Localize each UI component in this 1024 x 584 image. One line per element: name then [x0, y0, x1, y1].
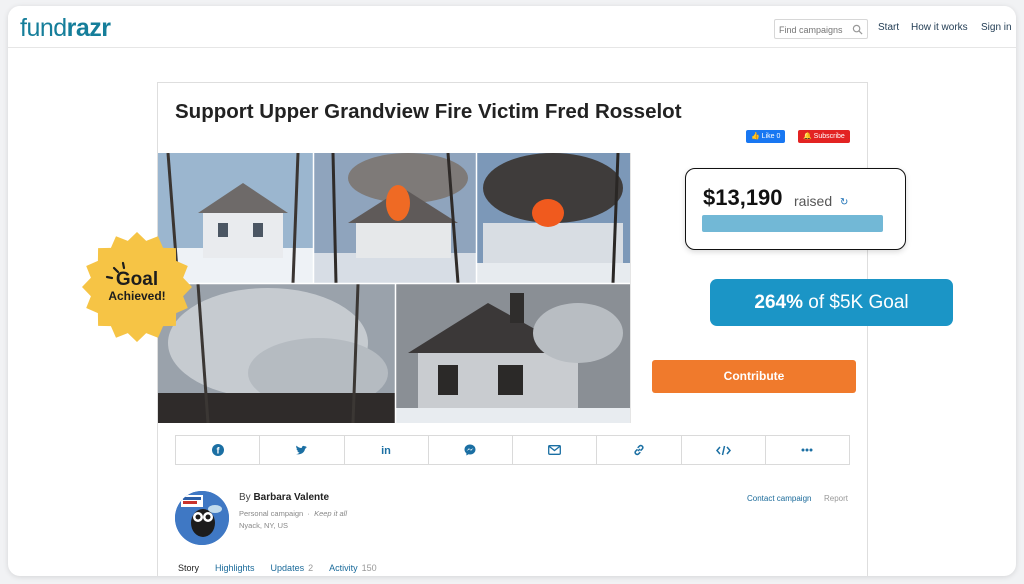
raised-progress-bar [702, 215, 883, 232]
fire-photo-collage [158, 153, 630, 423]
email-icon [548, 445, 562, 455]
campaign-location: Nyack, NY, US [239, 521, 289, 530]
badge-line1: Goal [115, 269, 159, 290]
contact-campaign-link[interactable]: Contact campaign [747, 494, 811, 503]
more-icon [801, 448, 813, 452]
tab-activity-label: Activity [329, 563, 358, 573]
contribute-button[interactable]: Contribute [652, 360, 856, 393]
goal-percent: 264% [754, 292, 803, 313]
campaign-card: Support Upper Grandview Fire Victim Fred… [157, 82, 868, 576]
campaign-photo-collage[interactable] [158, 153, 630, 423]
share-messenger-button[interactable] [429, 436, 513, 464]
top-nav-bar: fundrazr Start How it works Sign in [8, 6, 1016, 48]
tab-story[interactable]: Story [178, 563, 199, 573]
keep-it-all-label: Keep it all [314, 509, 347, 518]
tab-story-label: Story [178, 563, 200, 573]
linkedin-icon: in [381, 445, 391, 456]
fundrazr-logo[interactable]: fundrazr [20, 14, 111, 43]
share-linkedin-button[interactable]: in [345, 436, 429, 464]
search-input[interactable] [779, 23, 851, 36]
avatar-image [175, 491, 229, 545]
share-facebook-button[interactable]: f [176, 436, 261, 464]
share-bar: f in [175, 435, 850, 465]
goal-text: of $5K Goal [808, 292, 909, 313]
organizer-byline: By Barbara Valente [239, 492, 329, 503]
facebook-like-button[interactable]: 👍 Like 0 [746, 130, 786, 143]
tab-highlights[interactable]: Highlights [215, 563, 255, 573]
nav-start-link[interactable]: Start [878, 22, 899, 33]
raised-amount: $13,190 [703, 185, 783, 210]
tab-updates-label: Updates [270, 563, 305, 573]
search-icon[interactable] [852, 24, 863, 35]
share-email-button[interactable] [513, 436, 598, 464]
share-link-button[interactable] [597, 436, 682, 464]
raised-label: raised [794, 193, 833, 209]
facebook-icon: f [211, 444, 224, 456]
share-twitter-button[interactable] [260, 436, 345, 464]
currency-refresh-icon[interactable]: ↻ [840, 197, 848, 208]
nav-sign-in-link[interactable]: Sign in [981, 22, 1012, 33]
search-box[interactable] [774, 19, 868, 39]
organizer-avatar[interactable] [175, 491, 229, 545]
subscribe-button[interactable]: 🔔 Subscribe [798, 130, 850, 143]
tab-activity[interactable]: Activity 150 [329, 563, 377, 573]
campaign-title: Support Upper Grandview Fire Victim Fred… [175, 100, 682, 123]
goal-achieved-text: Goal Achieved! [80, 270, 194, 303]
twitter-icon [296, 445, 308, 454]
embed-icon [715, 445, 731, 455]
campaign-type: Personal campaign · Keep it all [239, 509, 347, 518]
share-more-button[interactable] [766, 436, 849, 464]
messenger-icon [464, 444, 476, 456]
like-label: Like 0 [761, 133, 781, 140]
report-link[interactable]: Report [824, 494, 848, 503]
tab-highlights-label: Highlights [215, 563, 255, 573]
tab-updates-count: 2 [308, 563, 314, 573]
raised-amount-card: $13,190 raised ↻ [685, 168, 906, 250]
nav-how-it-works-link[interactable]: How it works [911, 22, 968, 33]
logo-part2: razr [66, 14, 111, 42]
svg-text:in: in [381, 445, 391, 456]
tab-activity-count: 150 [361, 563, 377, 573]
campaign-type-label: Personal campaign [239, 509, 304, 518]
link-icon [634, 444, 644, 456]
badge-line2: Achieved! [108, 289, 166, 303]
goal-percentage-pill: 264% of $5K Goal [710, 279, 953, 326]
campaign-tabs: Story Highlights Updates 2 Activity 150 [178, 563, 393, 573]
tab-updates[interactable]: Updates 2 [271, 563, 314, 573]
logo-part1: fund [20, 14, 67, 42]
by-label: By [239, 492, 251, 503]
share-embed-button[interactable] [682, 436, 766, 464]
subscribe-label: Subscribe [813, 133, 845, 140]
organizer-name[interactable]: Barbara Valente [253, 492, 329, 503]
